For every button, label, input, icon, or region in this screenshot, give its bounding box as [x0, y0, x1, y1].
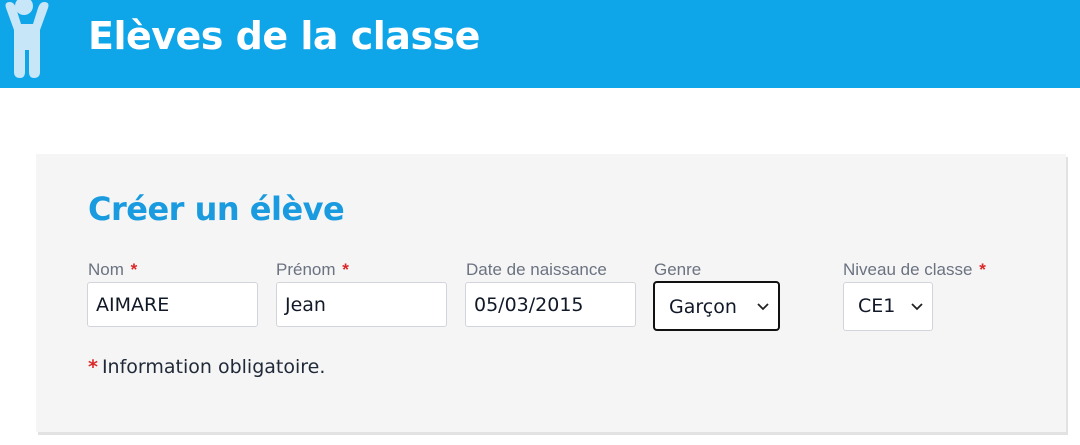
- genre-value: Garçon: [669, 296, 737, 318]
- required-marker: *: [979, 260, 986, 279]
- required-marker: *: [130, 260, 138, 279]
- required-marker: *: [342, 260, 349, 279]
- page-title: Elèves de la classe: [88, 14, 480, 58]
- nom-value: AIMARE: [96, 294, 170, 316]
- niveau-label-text: Niveau de classe: [843, 260, 973, 279]
- required-note: * Information obligatoire.: [88, 356, 325, 378]
- nom-label: Nom *: [88, 260, 137, 280]
- prenom-input[interactable]: Jean: [276, 282, 447, 327]
- required-marker: *: [88, 356, 98, 378]
- chevron-down-icon: [911, 303, 923, 311]
- page-header: Elèves de la classe: [0, 0, 1080, 88]
- nom-input[interactable]: AIMARE: [87, 282, 258, 327]
- form-title: Créer un élève: [88, 190, 345, 228]
- prenom-label-text: Prénom: [276, 260, 336, 279]
- niveau-label: Niveau de classe *: [843, 260, 986, 280]
- prenom-value: Jean: [285, 294, 326, 316]
- create-student-card: Créer un élève Nom * AIMARE Prénom * Jea…: [36, 154, 1066, 432]
- nom-label-text: Nom: [88, 260, 124, 279]
- date-naissance-label-text: Date de naissance: [466, 260, 607, 279]
- niveau-value: CE1: [858, 295, 896, 317]
- genre-select[interactable]: Garçon: [653, 281, 780, 331]
- date-naissance-value: 05/03/2015: [474, 294, 584, 316]
- child-figure-icon: [5, 0, 49, 78]
- date-naissance-label: Date de naissance: [466, 260, 607, 280]
- date-naissance-input[interactable]: 05/03/2015: [465, 282, 636, 327]
- required-note-text: Information obligatoire.: [101, 356, 326, 378]
- niveau-select[interactable]: CE1: [843, 282, 933, 331]
- genre-label: Genre: [654, 260, 701, 280]
- chevron-down-icon: [757, 303, 769, 311]
- genre-label-text: Genre: [654, 260, 702, 279]
- prenom-label: Prénom *: [276, 260, 349, 280]
